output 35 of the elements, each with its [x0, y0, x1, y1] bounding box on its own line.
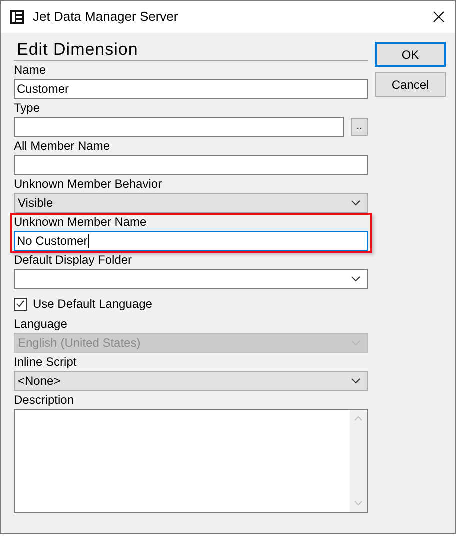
chevron-down-icon — [351, 378, 361, 384]
checkbox-label: Use Default Language — [33, 296, 152, 313]
dialog-heading: Edit Dimension — [14, 41, 368, 61]
text-field[interactable] — [14, 155, 368, 175]
field-label: Language — [14, 317, 68, 333]
browse-button[interactable]: .. — [351, 118, 368, 136]
dropdown-value: Visible — [18, 195, 54, 212]
text-cursor — [88, 234, 89, 248]
dropdown[interactable] — [14, 269, 368, 289]
text-field[interactable]: No Customer — [14, 231, 368, 251]
field-label: Default Display Folder — [14, 253, 134, 269]
field-label: Unknown Member Behavior — [14, 177, 164, 193]
dialog-button[interactable]: OK — [375, 42, 446, 67]
checkbox[interactable] — [14, 298, 27, 310]
field-label: Inline Script — [14, 355, 78, 371]
field-value: No Customer — [17, 233, 88, 250]
field-value: Customer — [17, 81, 70, 98]
window-title: Jet Data Manager Server — [33, 8, 178, 26]
text-field[interactable]: Customer — [14, 79, 368, 99]
app-icon — [9, 9, 25, 25]
chevron-down-icon — [351, 276, 361, 282]
close-icon[interactable] — [433, 11, 445, 23]
chevron-down-icon — [351, 200, 361, 206]
field-label: Description — [14, 393, 76, 409]
field-label: Unknown Member Name — [14, 215, 148, 231]
dropdown[interactable]: <None> — [14, 371, 368, 391]
checkmark-icon — [16, 300, 25, 308]
field-label: All Member Name — [14, 139, 112, 155]
field-label: Type — [14, 101, 42, 117]
field-label: Name — [14, 63, 48, 79]
dropdown-value: English (United States) — [18, 335, 141, 352]
dialog-button[interactable]: Cancel — [375, 72, 446, 97]
dropdown-value: <None> — [18, 373, 61, 390]
text-field[interactable] — [14, 117, 344, 137]
dropdown[interactable]: Visible — [14, 193, 368, 213]
